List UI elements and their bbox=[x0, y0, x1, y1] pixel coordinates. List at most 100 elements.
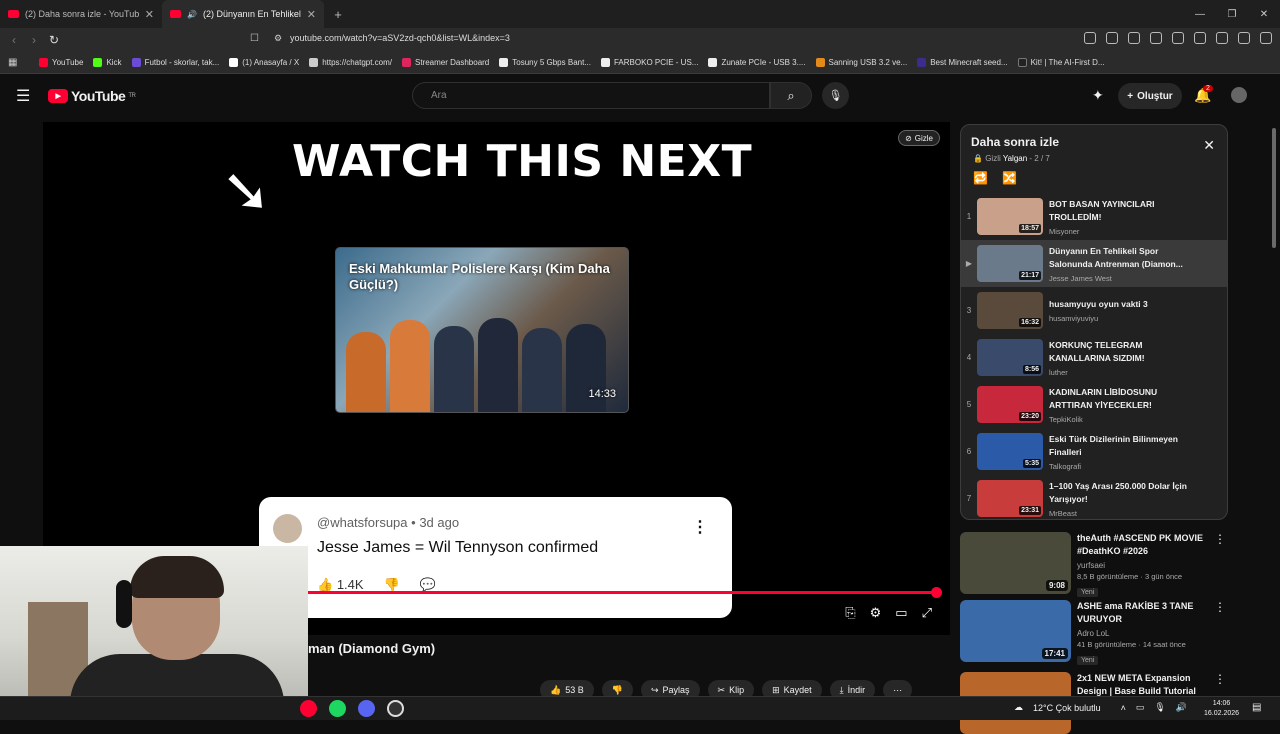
new-badge: Yeni bbox=[1077, 656, 1099, 665]
extension-icon[interactable] bbox=[1128, 32, 1140, 44]
shuffle-icon[interactable]: 🔀 bbox=[1002, 171, 1017, 185]
search-input[interactable]: Ara bbox=[412, 82, 770, 109]
create-button[interactable]: + Oluştur bbox=[1118, 83, 1182, 109]
weather-text[interactable]: 12°C Çok bulutlu bbox=[1033, 703, 1101, 713]
playlist-item-title: KADINLARIN LİBİDOSUNU ARTTIRAN YİYECEKLE… bbox=[1049, 386, 1158, 410]
clock[interactable]: 14:06 16.02.2026 bbox=[1204, 699, 1239, 719]
voice-search-button[interactable]: 🎙 bbox=[822, 82, 849, 109]
avatar[interactable] bbox=[1231, 87, 1247, 103]
thumbs-down-icon: 👎 bbox=[611, 684, 623, 695]
extension-icon[interactable] bbox=[1194, 32, 1206, 44]
extension-icon[interactable] bbox=[1150, 32, 1162, 44]
menu-icon[interactable] bbox=[1260, 32, 1272, 44]
speaker-icon[interactable]: 🔊 bbox=[187, 10, 197, 19]
forward-icon[interactable]: › bbox=[24, 33, 44, 47]
more-vert-icon[interactable]: ⋮ bbox=[1214, 672, 1226, 686]
network-icon[interactable]: ▭ bbox=[1136, 702, 1145, 713]
playlist-item-title: husamyuyu oyun vakti 3 bbox=[1049, 299, 1148, 309]
bookmark-kick[interactable]: Kick bbox=[88, 58, 126, 67]
extension-icon[interactable] bbox=[1172, 32, 1184, 44]
search-button[interactable]: ⌕ bbox=[770, 82, 812, 109]
extension-icon[interactable] bbox=[1216, 32, 1228, 44]
playlist-title[interactable]: Daha sonra izle bbox=[971, 135, 1059, 149]
bookmark-x[interactable]: (1) Anasayfa / X bbox=[224, 58, 304, 67]
extension-icon[interactable] bbox=[1238, 32, 1250, 44]
bookmark-tosuny[interactable]: Tosuny 5 Gbps Bant... bbox=[494, 58, 596, 67]
notification-center-icon[interactable]: ▤ bbox=[1252, 702, 1261, 713]
playlist-item[interactable]: 3 16:32 husamyuyu oyun vakti 3 husamviyuviy… bbox=[961, 287, 1227, 334]
browser-tab-current-video[interactable]: 🔊 (2) Dünyanın En Tehlikeli Spor ✕ bbox=[162, 0, 324, 28]
playlist-item-title: BOT BASAN YAYINCILARI TROLLEDİM! bbox=[1049, 198, 1155, 222]
new-badge: Yeni bbox=[1077, 588, 1099, 597]
playlist-item[interactable]: 4 8:56 KORKUNÇ TELEGRAM KANALLARINA SIZDIM… bbox=[961, 334, 1227, 381]
url-field[interactable]: youtube.com/watch?v=aSV2zd-qch0&list=WL&… bbox=[290, 33, 890, 43]
back-icon[interactable]: ‹ bbox=[4, 33, 24, 47]
bookmarks-bar: ▦ YouTube Kick Futbol - skorlar, tak... … bbox=[0, 52, 1280, 74]
restore-button[interactable]: ❐ bbox=[1216, 0, 1248, 28]
bookmark-favicon-icon bbox=[131, 58, 141, 67]
playlist-item[interactable]: 7 23:31 1–100 Yaş Arası 250.000 Dolar İçin… bbox=[961, 475, 1227, 519]
bookmark-chatgpt[interactable]: https://chatgpt.com/ bbox=[304, 58, 397, 67]
extension-toolbar bbox=[1084, 32, 1272, 44]
playlist-item[interactable]: 6 5:35 Eski Türk Dizilerinin Bilinmeyen Fi… bbox=[961, 428, 1227, 475]
hamburger-menu-icon[interactable]: ☰ bbox=[16, 86, 30, 106]
playlist-item-duration: 18:57 bbox=[1019, 224, 1041, 233]
playlist-item[interactable]: ▶ 21:17 Dünyanın En Tehlikeli Spor Salonun… bbox=[961, 240, 1227, 287]
playlist-item-thumbnail: 23:20 bbox=[977, 386, 1043, 423]
youtube-logo[interactable]: ▶ YouTube TR bbox=[48, 88, 136, 104]
more-vert-icon[interactable]: ⋮ bbox=[1214, 600, 1226, 614]
playlist-item-info: Eski Türk Dizilerinin Bilinmeyen Finalle… bbox=[1049, 433, 1189, 471]
site-settings-icon[interactable]: ⚙ bbox=[274, 33, 282, 44]
loop-icon[interactable]: 🔁 bbox=[973, 171, 988, 185]
bookmark-sanning[interactable]: Sanning USB 3.2 ve... bbox=[811, 58, 913, 67]
youtube-app-icon[interactable] bbox=[300, 700, 317, 717]
close-tab-icon[interactable]: ✕ bbox=[145, 8, 154, 21]
minimize-button[interactable]: — bbox=[1184, 0, 1216, 28]
obs-icon[interactable] bbox=[387, 700, 404, 717]
mic-icon[interactable]: 🎙 bbox=[1154, 702, 1165, 713]
bookmark-zunate[interactable]: Zunate PCIe - USB 3.... bbox=[703, 58, 810, 67]
player-controls: ⎘ ⚙ ▭ ⤢ bbox=[845, 605, 932, 621]
browser-tab-watch-later[interactable]: (2) Daha sonra izle - YouTube ✕ bbox=[0, 0, 162, 28]
bookmark-minecraft[interactable]: Best Minecraft seed... bbox=[912, 58, 1012, 67]
recommended-video[interactable]: 9:08 theAuth #ASCEND PK MOVIE #DeathKO #2… bbox=[960, 532, 1230, 599]
playlist-item[interactable]: 1 18:57 BOT BASAN YAYINCILARI TROLLEDİM! Mi… bbox=[961, 193, 1227, 240]
playlist-item[interactable]: 5 23:20 KADINLARIN LİBİDOSUNU ARTTIRAN YİY… bbox=[961, 381, 1227, 428]
extension-icon[interactable] bbox=[1084, 32, 1096, 44]
bookmark-streamer-dashboard[interactable]: Streamer Dashboard bbox=[397, 58, 494, 67]
browser-tabbar: (2) Daha sonra izle - YouTube ✕ 🔊 (2) Dü… bbox=[0, 0, 1280, 28]
bookmark-farboko[interactable]: FARBOKO PCIE - US... bbox=[596, 58, 703, 67]
more-vert-icon[interactable]: ⋮ bbox=[1214, 532, 1226, 546]
new-tab-button[interactable]: + bbox=[324, 7, 352, 22]
reload-icon[interactable]: ↻ bbox=[44, 33, 64, 47]
speaker-icon[interactable]: 🔊 bbox=[1176, 702, 1187, 713]
scrubber-handle[interactable] bbox=[931, 587, 942, 598]
playlist-item-title: 1–100 Yaş Arası 250.000 Dolar İçin Yarış… bbox=[1049, 480, 1187, 504]
discord-icon[interactable] bbox=[358, 700, 375, 717]
fullscreen-icon[interactable]: ⤢ bbox=[922, 605, 932, 621]
subtitles-icon[interactable]: ⎘ bbox=[845, 605, 855, 621]
recommended-video[interactable]: 17:41 ASHE ama RAKİBE 3 TANE VURUYOR Adro … bbox=[960, 600, 1230, 667]
bookmark-youtube[interactable]: YouTube bbox=[34, 58, 88, 67]
apps-grid-icon[interactable]: ▦ bbox=[8, 57, 17, 68]
hide-button[interactable]: ⊘ Gizle bbox=[898, 130, 940, 146]
chevron-up-icon[interactable]: ˄ bbox=[1121, 703, 1126, 713]
bookmark-futbol[interactable]: Futbol - skorlar, tak... bbox=[127, 58, 225, 67]
recommended-title: 2x1 NEW META Expansion Design | Base Bui… bbox=[1077, 673, 1196, 696]
close-tab-icon[interactable]: ✕ bbox=[307, 8, 316, 21]
playlist-item-title: Dünyanın En Tehlikeli Spor Salonunda Ant… bbox=[1049, 245, 1183, 269]
youtube-favicon-icon bbox=[170, 10, 181, 18]
page-scrollbar[interactable] bbox=[1272, 128, 1276, 248]
close-window-button[interactable]: ✕ bbox=[1248, 0, 1280, 28]
close-icon[interactable]: ✕ bbox=[1203, 137, 1215, 154]
miniplayer-icon[interactable]: ▭ bbox=[895, 605, 907, 621]
weather-icon[interactable]: ☁ bbox=[1014, 702, 1023, 713]
bookmark-kit[interactable]: Kit! | The AI-First D... bbox=[1013, 58, 1110, 67]
endscreen-video-card[interactable]: Eski Mahkumlar Polislere Karşı (Kim Daha… bbox=[335, 247, 629, 413]
extension-icon[interactable] bbox=[1106, 32, 1118, 44]
spotify-icon[interactable] bbox=[329, 700, 346, 717]
premium-icon[interactable]: ✦ bbox=[1092, 87, 1104, 104]
bookmark-icon[interactable]: ☐ bbox=[250, 33, 259, 44]
playlist-item-info: BOT BASAN YAYINCILARI TROLLEDİM! Misyoner bbox=[1049, 198, 1189, 236]
settings-gear-icon[interactable]: ⚙ bbox=[870, 605, 882, 621]
